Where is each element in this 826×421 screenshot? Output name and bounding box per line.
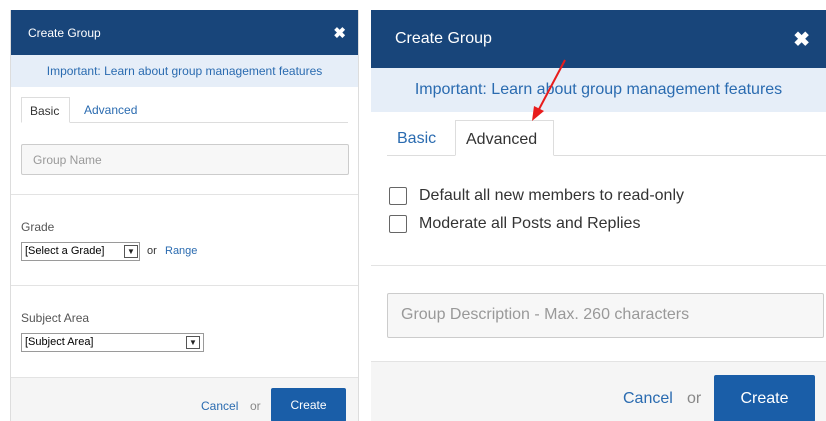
chevron-down-icon: ▼ <box>124 245 138 258</box>
or-text: or <box>250 399 261 413</box>
divider <box>11 194 358 195</box>
group-management-notice-link[interactable]: Important: Learn about group management … <box>371 68 826 112</box>
group-management-notice-link[interactable]: Important: Learn about group management … <box>11 55 358 87</box>
cancel-link[interactable]: Cancel <box>623 390 673 408</box>
group-description-input[interactable]: Group Description - Max. 260 characters <box>387 293 824 338</box>
subject-area-label: Subject Area <box>21 311 90 325</box>
grade-label: Grade <box>21 220 55 234</box>
chevron-down-icon: ▼ <box>186 336 200 349</box>
grade-select-value: [Select a Grade] <box>25 245 105 257</box>
subject-area-select[interactable]: [Subject Area] ▼ <box>21 333 204 352</box>
range-link[interactable]: Range <box>165 245 197 257</box>
moderate-checkbox[interactable] <box>389 215 407 233</box>
dialog-header: Create Group ✖ <box>371 10 826 68</box>
create-group-dialog-basic: Create Group ✖ Important: Learn about gr… <box>10 10 359 421</box>
dialog-title: Create Group <box>395 30 492 47</box>
dialog-footer: Cancel or Create <box>11 377 358 421</box>
create-button[interactable]: Create <box>271 388 346 421</box>
divider <box>11 285 358 286</box>
dialog-title: Create Group <box>28 25 101 40</box>
cancel-link[interactable]: Cancel <box>201 399 238 413</box>
tab-advanced[interactable]: Advanced <box>455 120 554 156</box>
or-text: or <box>687 390 702 407</box>
divider <box>371 265 826 266</box>
moderate-label: Moderate all Posts and Replies <box>419 215 641 232</box>
dialog-footer: Cancel or Create <box>371 361 826 421</box>
close-icon[interactable]: ✖ <box>793 27 810 52</box>
moderate-option[interactable]: Moderate all Posts and Replies <box>389 215 640 233</box>
group-name-input[interactable]: Group Name <box>21 144 349 175</box>
read-only-checkbox[interactable] <box>389 187 407 205</box>
subject-area-select-value: [Subject Area] <box>25 336 94 348</box>
tab-bar: Basic Advanced <box>387 120 826 156</box>
dialog-header: Create Group ✖ <box>11 10 358 55</box>
tab-advanced[interactable]: Advanced <box>76 97 145 123</box>
read-only-label: Default all new members to read-only <box>419 187 685 204</box>
tab-basic[interactable]: Basic <box>387 120 446 156</box>
close-icon[interactable]: ✖ <box>333 24 346 42</box>
grade-select[interactable]: [Select a Grade] ▼ <box>21 242 140 261</box>
read-only-option[interactable]: Default all new members to read-only <box>389 187 684 205</box>
create-group-dialog-advanced: Create Group ✖ Important: Learn about gr… <box>371 10 826 421</box>
caption-strip <box>0 0 826 10</box>
tab-basic[interactable]: Basic <box>21 97 70 123</box>
tab-bar: Basic Advanced <box>21 97 348 123</box>
create-button[interactable]: Create <box>714 375 815 421</box>
or-text: or <box>147 245 157 257</box>
